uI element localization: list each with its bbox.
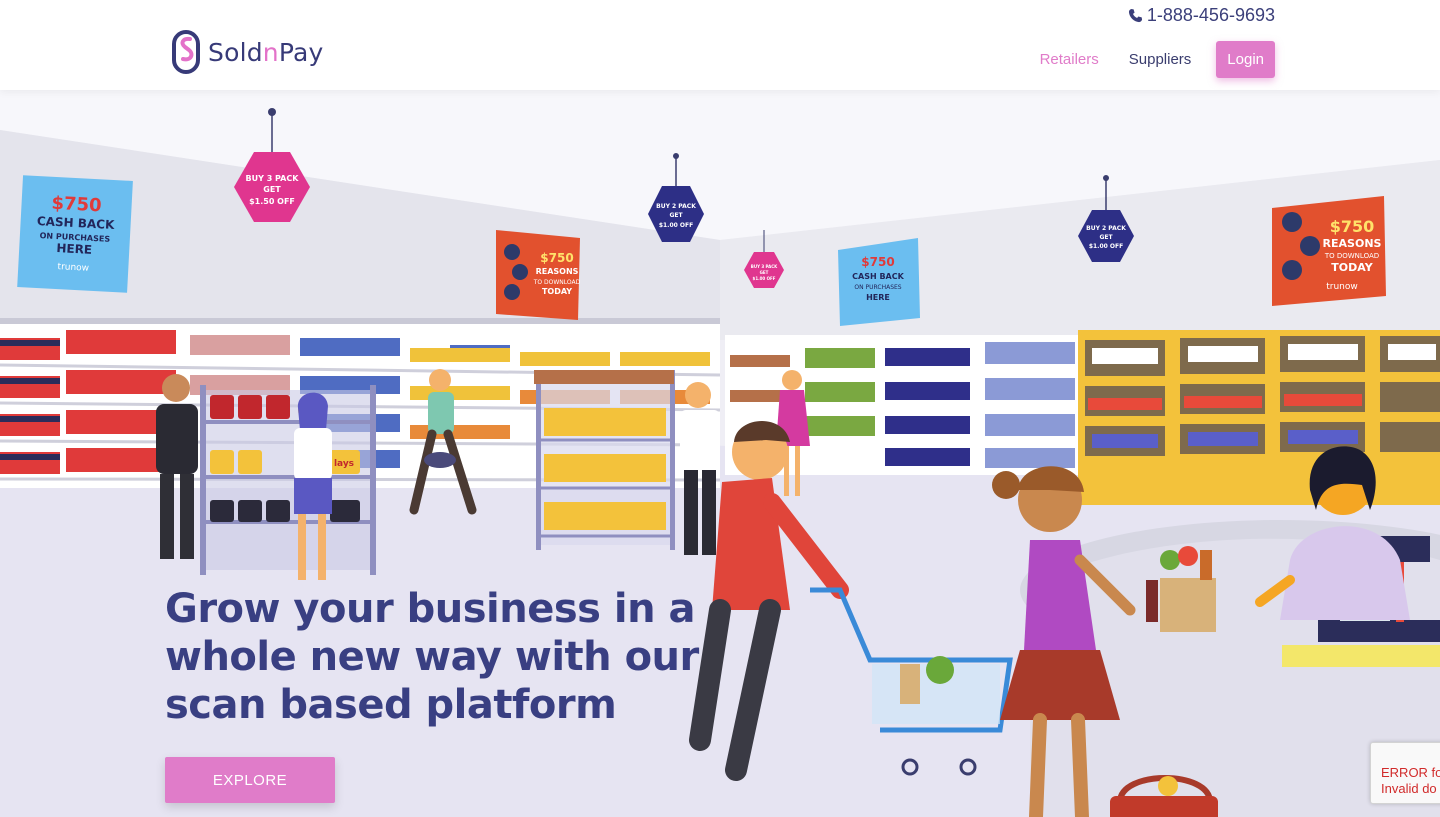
hex1-line1: BUY 3 PACK	[246, 174, 300, 183]
sign3-amount: $750	[861, 255, 894, 269]
logo-text: SoldnPay	[208, 38, 324, 67]
hex3-line1: BUY 3 PACK	[751, 264, 778, 269]
sign3-line1: CASH BACK	[852, 272, 904, 281]
sign4-brand: trunow	[1326, 282, 1358, 292]
hex4-line2: GET	[1099, 234, 1113, 241]
chip-rack-left: lays	[200, 385, 376, 575]
nav-retailers[interactable]: Retailers	[1040, 51, 1099, 68]
sign2-line2: TO DOWNLOAD	[533, 279, 581, 286]
logo-text-end: Pay	[278, 37, 324, 67]
phone-icon	[1128, 8, 1142, 23]
recaptcha-error-badge[interactable]: ERROR fo Invalid do	[1370, 742, 1440, 804]
hex2-line2: GET	[669, 212, 683, 219]
nav-suppliers[interactable]: Suppliers	[1129, 51, 1192, 68]
hex2-line3: $1.00 OFF	[659, 222, 693, 229]
cashback-sign-right: $750 CASH BACK ON PURCHASES HERE	[838, 238, 920, 326]
recaptcha-error-line2: Invalid do	[1381, 781, 1437, 796]
sign2-line1: REASONS	[536, 267, 579, 276]
logo-text-mid: n	[262, 37, 279, 67]
reasons-sign-mid: $750 REASONS TO DOWNLOAD TODAY	[496, 230, 581, 320]
site-header: 1-888-456-9693 SoldnPay Retailers Suppli…	[0, 0, 1440, 90]
login-button[interactable]: Login	[1216, 41, 1275, 78]
phone-text: 1-888-456-9693	[1146, 5, 1275, 25]
sign1-line3: HERE	[56, 241, 92, 257]
chip-label: lays	[334, 459, 354, 469]
sign1-amount: $750	[51, 193, 102, 217]
sign4-amount: $750	[1330, 217, 1375, 236]
hex1-line2: GET	[263, 185, 281, 194]
phone-number[interactable]: 1-888-456-9693	[1128, 5, 1275, 26]
recaptcha-error-line1: ERROR fo	[1381, 765, 1440, 780]
sign2-line3: TODAY	[542, 287, 572, 296]
hex2-line1: BUY 2 PACK	[656, 203, 696, 210]
main-nav: Retailers Suppliers Login	[1040, 41, 1275, 78]
hex4-line3: $1.00 OFF	[1089, 243, 1123, 250]
chip-rack-middle	[534, 370, 675, 550]
sign2-amount: $750	[540, 251, 573, 265]
sign1-brand: trunow	[57, 262, 89, 274]
reasons-sign-right: $750 REASONS TO DOWNLOAD TODAY trunow	[1272, 196, 1386, 306]
cashback-sign-left: $750 CASH BACK ON PURCHASES HERE trunow	[17, 175, 133, 293]
hero-section: $750 CASH BACK ON PURCHASES HERE trunow …	[0, 90, 1440, 817]
hex3-line3: $1.00 OFF	[753, 276, 776, 281]
sign4-line2: TO DOWNLOAD	[1324, 252, 1379, 260]
logo-text-start: Sold	[208, 37, 263, 67]
logo-icon	[172, 30, 200, 74]
hex1-line3: $1.50 OFF	[249, 197, 295, 206]
hex3-line2: GET	[760, 270, 769, 275]
sign3-line2: ON PURCHASES	[854, 284, 901, 291]
sign4-line1: REASONS	[1323, 237, 1382, 250]
sign3-line3: HERE	[866, 293, 890, 302]
hero-headline: Grow your business in a whole new way wi…	[165, 586, 699, 728]
hex4-line1: BUY 2 PACK	[1086, 225, 1126, 232]
site-logo[interactable]: SoldnPay	[172, 30, 324, 74]
explore-button[interactable]: EXPLORE	[165, 757, 335, 803]
sign4-line3: TODAY	[1331, 261, 1373, 274]
